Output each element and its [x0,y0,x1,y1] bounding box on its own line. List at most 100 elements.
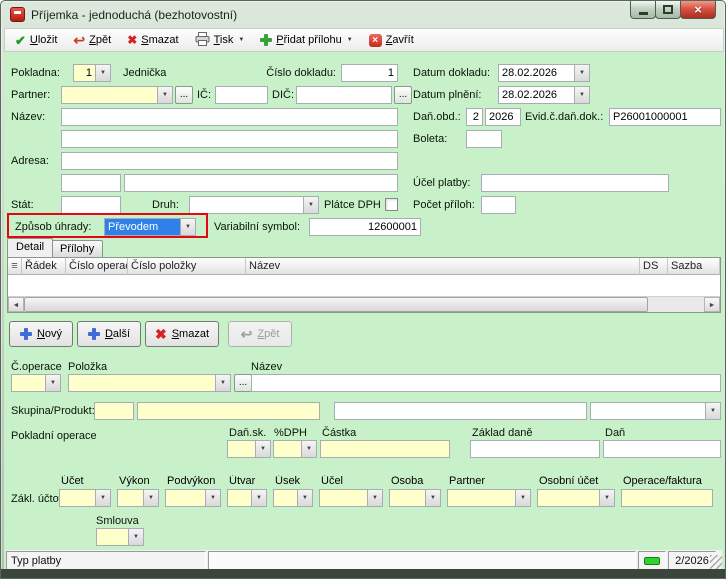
adresa-input-1[interactable] [61,152,398,170]
dic-browse-button[interactable]: ... [394,86,412,104]
dropdown-arrow-icon[interactable]: ▼ [95,490,110,506]
dropdown-arrow-icon[interactable]: ▼ [157,87,172,103]
dan-sk-combo[interactable]: ▼ [227,440,271,458]
save-button[interactable]: ✔ Uložit [8,31,64,50]
dropdown-arrow-icon[interactable]: ▼ [599,490,614,506]
dropdown-arrow-icon[interactable]: ▼ [255,441,270,457]
dropdown-arrow-icon[interactable]: ▼ [574,65,589,81]
utvar-combo[interactable]: ▼ [227,489,267,507]
osoba-combo[interactable]: ▼ [389,489,441,507]
dropdown-arrow-icon[interactable]: ▼ [425,490,440,506]
adresa-input-2[interactable] [61,174,121,192]
produkt-input[interactable] [334,402,587,420]
ucel-platby-input[interactable] [481,174,669,192]
scrollbar-thumb[interactable] [24,297,648,312]
platce-dph-checkbox[interactable] [385,198,398,211]
minimize-button[interactable] [630,1,656,19]
zaklad-dane-input[interactable] [470,440,600,458]
detail-nazev-input[interactable] [251,374,721,392]
grid-column-ds[interactable]: DS [640,258,668,275]
boleta-input[interactable] [466,130,502,148]
dropdown-arrow-icon[interactable]: ▼ [251,490,266,506]
grid-body[interactable] [8,275,720,297]
polozka-browse-button[interactable]: ... [234,374,252,392]
zpusob-uhrady-combo[interactable]: Převodem ▼ [104,218,196,236]
ucel-combo[interactable]: ▼ [319,489,383,507]
scroll-right-button[interactable]: ► [704,297,720,312]
dropdown-arrow-icon[interactable]: ▼ [143,490,158,506]
partner-combo[interactable]: ▼ [61,86,173,104]
polozka-combo[interactable]: ▼ [68,374,231,392]
dropdown-arrow-icon[interactable]: ▼ [367,490,382,506]
skupina-input-2[interactable] [137,402,320,420]
grid-horizontal-scrollbar[interactable]: ◄ ► [8,296,720,312]
evid-input[interactable] [609,108,721,126]
pokladna-combo[interactable]: 1 ▼ [73,64,111,82]
podvykon-combo[interactable]: ▼ [165,489,221,507]
maximize-button[interactable] [655,1,681,19]
resize-grip[interactable] [710,555,722,569]
delete-row-button[interactable]: ✖ Smazat [145,321,219,347]
print-button[interactable]: Tisk ▼ [188,29,252,52]
dropdown-arrow-icon[interactable]: ▼ [45,375,60,391]
grid-column-radek[interactable]: Řádek [22,258,66,275]
vykon-combo[interactable]: ▼ [117,489,159,507]
ic-input[interactable] [215,86,268,104]
variabilni-symbol-input[interactable] [309,218,421,236]
castka-input[interactable] [320,440,450,458]
datum-plneni-combo[interactable]: 28.02.2026 ▼ [498,86,590,104]
grid-column-cislo-polozky[interactable]: Číslo položky [128,258,246,275]
dan-obd-year-input[interactable] [485,108,521,126]
dan-obd-period-input[interactable] [466,108,483,126]
attachment-dropdown-arrow-icon[interactable]: ▼ [347,37,353,43]
smlouva-combo[interactable]: ▼ [96,528,144,546]
scroll-left-button[interactable]: ◄ [8,297,24,312]
grid-column-nazev[interactable]: Název [246,258,640,275]
adresa-input-3[interactable] [124,174,398,192]
undo-button[interactable]: ↩ Zpět [66,30,118,50]
tab-prilohy[interactable]: Přílohy [51,240,103,257]
add-attachment-button[interactable]: Přidat přílohu ▼ [253,31,359,49]
new-row-button[interactable]: Nový [9,321,73,347]
tab-detail[interactable]: Detail [7,238,53,257]
dropdown-arrow-icon[interactable]: ▼ [205,490,220,506]
nazev-input-2[interactable] [61,130,398,148]
cislo-dokladu-input[interactable] [341,64,398,82]
dropdown-arrow-icon[interactable]: ▼ [301,441,316,457]
dropdown-arrow-icon[interactable]: ▼ [297,490,312,506]
stat-input[interactable] [61,196,121,214]
close-window-button[interactable]: × Zavřít [362,31,421,50]
close-button[interactable]: × [680,1,716,19]
delete-button[interactable]: ✖ Smazat [120,31,185,49]
grid-column-cislo-operace[interactable]: Číslo operace [66,258,128,275]
osobni-ucet-combo[interactable]: ▼ [537,489,615,507]
usek-combo[interactable]: ▼ [273,489,313,507]
next-row-button[interactable]: Další [77,321,141,347]
nazev-input-1[interactable] [61,108,398,126]
dph-combo[interactable]: ▼ [273,440,317,458]
dropdown-arrow-icon[interactable]: ▼ [180,219,195,235]
dan-input[interactable] [603,440,721,458]
title-bar[interactable]: Příjemka - jednoduchá (bezhotovostní) × [1,1,725,28]
skupina-input-1[interactable] [94,402,134,420]
dropdown-arrow-icon[interactable]: ▼ [515,490,530,506]
partner-browse-button[interactable]: ... [175,86,193,104]
ucet-combo[interactable]: ▼ [59,489,111,507]
print-dropdown-arrow-icon[interactable]: ▼ [238,37,244,43]
dropdown-arrow-icon[interactable]: ▼ [128,529,143,545]
c-operace-combo[interactable]: ▼ [11,374,61,392]
dropdown-arrow-icon[interactable]: ▼ [574,87,589,103]
druh-combo[interactable]: ▼ [189,196,319,214]
undo-row-button[interactable]: ↩ Zpět [228,321,292,347]
dropdown-arrow-icon[interactable]: ▼ [95,65,110,81]
grid-column-sazba[interactable]: Sazba [668,258,720,275]
produkt-combo[interactable]: ▼ [590,402,721,420]
zakl-partner-combo[interactable]: ▼ [447,489,531,507]
operace-faktura-input[interactable] [621,489,713,507]
pocet-priloh-input[interactable] [481,196,516,214]
dropdown-arrow-icon[interactable]: ▼ [303,197,318,213]
app-icon[interactable] [10,7,25,22]
datum-dokladu-combo[interactable]: 28.02.2026 ▼ [498,64,590,82]
dropdown-arrow-icon[interactable]: ▼ [215,375,230,391]
dic-input[interactable] [296,86,392,104]
